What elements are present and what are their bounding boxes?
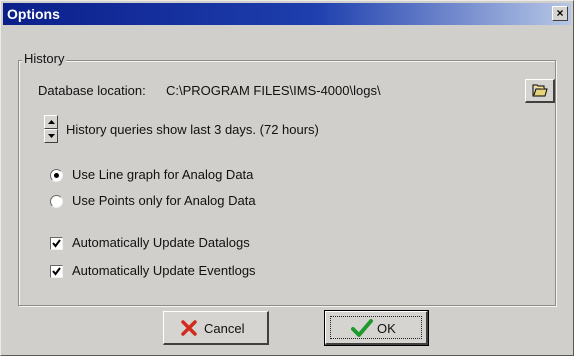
spinner-up-button[interactable] bbox=[44, 115, 58, 129]
folder-open-icon bbox=[532, 84, 548, 97]
history-group-label: History bbox=[22, 51, 67, 66]
radio-selected-dot bbox=[54, 173, 59, 178]
title-bar[interactable]: Options × bbox=[3, 3, 571, 25]
focus-rectangle bbox=[330, 316, 422, 339]
database-location-value: C:\PROGRAM FILES\IMS-4000\logs\ bbox=[166, 83, 381, 98]
checkmark-icon bbox=[52, 239, 61, 248]
checkmark-icon bbox=[52, 267, 61, 276]
radio-line-graph[interactable] bbox=[50, 169, 63, 182]
query-days-text: History queries show last 3 days. (72 ho… bbox=[66, 122, 319, 137]
ok-button-label: OK bbox=[377, 321, 396, 336]
dialog-title: Options bbox=[7, 6, 60, 22]
checkbox-update-datalogs[interactable] bbox=[50, 237, 63, 250]
ok-button[interactable]: OK bbox=[324, 310, 429, 346]
checkbox-update-datalogs-label[interactable]: Automatically Update Datalogs bbox=[72, 235, 250, 250]
radio-line-graph-label[interactable]: Use Line graph for Analog Data bbox=[72, 167, 253, 182]
database-location-label: Database location: bbox=[38, 83, 146, 98]
radio-points-only-label[interactable]: Use Points only for Analog Data bbox=[72, 193, 256, 208]
checkbox-update-eventlogs-label[interactable]: Automatically Update Eventlogs bbox=[72, 263, 256, 278]
red-x-icon bbox=[181, 320, 197, 336]
radio-points-only[interactable] bbox=[50, 195, 63, 208]
chevron-down-icon bbox=[48, 134, 55, 138]
close-button[interactable]: × bbox=[552, 6, 568, 21]
close-icon: × bbox=[556, 6, 564, 20]
spinner-down-button[interactable] bbox=[44, 129, 58, 143]
checkbox-update-eventlogs[interactable] bbox=[50, 265, 63, 278]
chevron-up-icon bbox=[48, 120, 55, 124]
query-days-spinner[interactable] bbox=[44, 115, 58, 143]
green-checkmark-icon bbox=[351, 319, 373, 337]
cancel-button-label: Cancel bbox=[204, 321, 245, 336]
cancel-button[interactable]: Cancel bbox=[163, 311, 269, 345]
browse-folder-button[interactable] bbox=[525, 79, 555, 103]
